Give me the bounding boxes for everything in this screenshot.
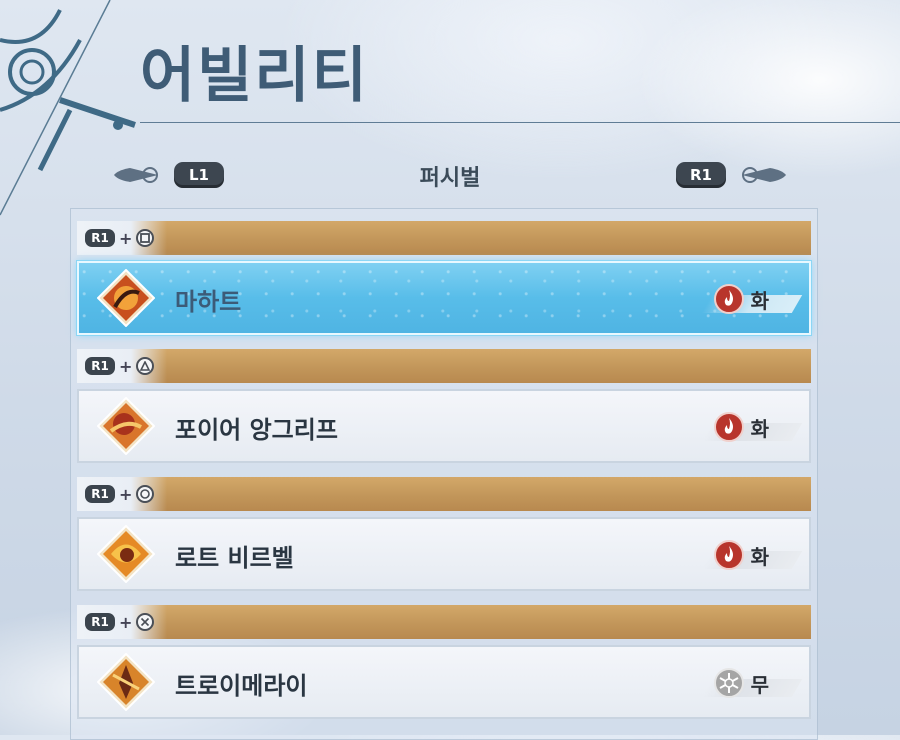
ability-name: 로트 비르벨 bbox=[175, 544, 294, 572]
ability-row[interactable]: 로트 비르벨 화 bbox=[77, 517, 811, 591]
plus-sign: + bbox=[119, 356, 133, 376]
element-label: 화 bbox=[750, 288, 769, 313]
combo-header: R1 + bbox=[77, 349, 811, 383]
wing-right-icon bbox=[742, 167, 786, 183]
page-title: 어빌리티 bbox=[140, 41, 369, 111]
null-element-icon bbox=[713, 668, 744, 698]
next-tab-control[interactable]: R1 bbox=[676, 162, 790, 188]
eidolon-portrait-icon bbox=[97, 525, 155, 583]
ability-name: 포이어 앙그리프 bbox=[175, 416, 338, 444]
ability-name: 마하트 bbox=[175, 288, 242, 316]
button-combo: R1 + bbox=[85, 484, 155, 504]
triangle-icon bbox=[136, 357, 155, 375]
element-tag: 무 bbox=[701, 667, 803, 699]
square-icon bbox=[136, 229, 155, 247]
ability-name: 트로이메라이 bbox=[175, 672, 308, 700]
element-tag: 화 bbox=[701, 283, 803, 315]
r1-mini-badge: R1 bbox=[85, 485, 115, 503]
fire-icon bbox=[713, 284, 744, 314]
tab-navigation: L1 퍼시벌 R1 bbox=[110, 156, 790, 198]
r1-mini-badge: R1 bbox=[85, 613, 115, 631]
fire-icon bbox=[713, 412, 744, 442]
r1-button[interactable]: R1 bbox=[676, 162, 726, 188]
ability-slot-triangle: R1 + 포이어 앙그리프 화 bbox=[77, 349, 811, 463]
element-label: 화 bbox=[750, 544, 769, 569]
ability-slot-square: R1 + 마하트 화 bbox=[77, 221, 811, 335]
element-tag: 화 bbox=[701, 539, 803, 571]
ability-row[interactable]: 포이어 앙그리프 화 bbox=[77, 389, 811, 463]
element-label: 화 bbox=[750, 416, 769, 441]
combo-header: R1 + bbox=[77, 477, 811, 511]
ability-row[interactable]: 트로이메라이 무 bbox=[77, 645, 811, 719]
combo-header: R1 + bbox=[77, 605, 811, 639]
ability-slot-circle: R1 + 로트 비르벨 화 bbox=[77, 477, 811, 591]
ability-slot-cross: R1 + 트로이메라이 무 bbox=[77, 605, 811, 719]
ability-row[interactable]: 마하트 화 bbox=[77, 261, 811, 335]
button-combo: R1 + bbox=[85, 228, 155, 248]
r1-mini-badge: R1 bbox=[85, 357, 115, 375]
ability-list-panel: R1 + 마하트 화 R1 + 포이어 앙그리프 화 R1 + 로트 비르벨 화… bbox=[70, 208, 818, 740]
button-combo: R1 + bbox=[85, 356, 155, 376]
circle-icon bbox=[136, 485, 155, 503]
button-combo: R1 + bbox=[85, 612, 155, 632]
element-tag: 화 bbox=[701, 411, 803, 443]
fire-icon bbox=[713, 540, 744, 570]
eidolon-portrait-icon bbox=[97, 397, 155, 455]
title-divider bbox=[140, 122, 900, 123]
combo-header: R1 + bbox=[77, 221, 811, 255]
eidolon-portrait-icon bbox=[97, 269, 155, 327]
plus-sign: + bbox=[119, 612, 133, 632]
plus-sign: + bbox=[119, 228, 133, 248]
eidolon-portrait-icon bbox=[97, 653, 155, 711]
r1-mini-badge: R1 bbox=[85, 229, 115, 247]
cross-icon bbox=[136, 613, 155, 631]
element-label: 무 bbox=[750, 672, 769, 697]
plus-sign: + bbox=[119, 484, 133, 504]
